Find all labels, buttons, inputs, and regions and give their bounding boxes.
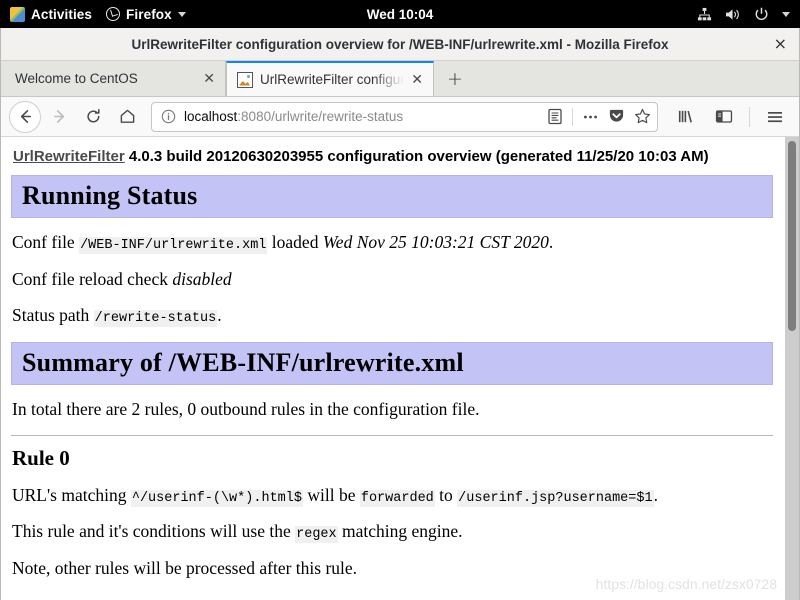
conf-file-loaded-time: Wed Nov 25 10:03:21 CST 2020 [322, 232, 549, 252]
reload-button[interactable] [77, 101, 109, 133]
activities-button[interactable]: Activities [10, 6, 93, 22]
toolbar-divider [572, 107, 573, 126]
hamburger-menu-icon [768, 111, 782, 122]
conf-file-prefix: Conf file [12, 232, 80, 252]
firefox-icon [106, 7, 121, 21]
rule-0-engine-prefix: This rule and it's conditions will use t… [12, 521, 296, 542]
pocket-icon[interactable] [608, 108, 625, 125]
tab-welcome-to-centos[interactable]: Welcome to CentOS ✕ [1, 61, 226, 96]
rule-0-engine-suffix: matching engine. [337, 521, 463, 542]
app-menu-button[interactable] [759, 101, 791, 133]
page-viewport: UrlRewriteFilter 4.0.3 build 20120630203… [1, 137, 799, 600]
tab-urlrewritefilter-config[interactable]: UrlRewriteFilter configuration overview … [226, 61, 434, 96]
reload-check-value: disabled [172, 268, 232, 289]
reload-check-prefix: Conf file reload check [12, 268, 173, 289]
urlrewritefilter-link[interactable]: UrlRewriteFilter [13, 148, 125, 165]
toolbar-divider [749, 106, 750, 127]
status-path-line: Status path /rewrite-status. [12, 305, 773, 328]
summary-heading: Summary of /WEB-INF/urlrewrite.xml [11, 341, 773, 385]
conf-file-suffix: . [548, 232, 554, 252]
network-icon[interactable] [697, 7, 712, 22]
centos-logo-icon [10, 6, 25, 22]
tab-strip: Welcome to CentOS ✕ UrlRewriteFilter con… [1, 61, 799, 97]
activities-label: Activities [31, 6, 93, 22]
rule-0-match-line: URL's matching ^/userinf-(\w*).html$ wil… [12, 485, 773, 508]
rule-divider [11, 434, 773, 436]
page-favicon-icon [237, 71, 253, 88]
page-content: UrlRewriteFilter 4.0.3 build 20120630203… [1, 137, 785, 600]
bookmark-star-icon[interactable] [634, 108, 651, 125]
gnome-top-bar: Activities Firefox Wed 10:04 [0, 0, 800, 28]
library-button[interactable] [670, 101, 702, 133]
url-path: :8080/urlwrite/rewrite-status [237, 109, 404, 124]
power-icon[interactable] [754, 7, 769, 22]
firefox-app-label: Firefox [126, 6, 172, 22]
home-button[interactable] [111, 101, 143, 133]
system-tray [697, 7, 790, 22]
gnome-left-group: Activities Firefox [10, 6, 186, 22]
home-icon [120, 109, 134, 123]
reload-check-line: Conf file reload check disabled [12, 269, 773, 291]
rule-0-target: /userinf.jsp?username=$1 [457, 489, 654, 507]
window-titlebar: UrlRewriteFilter configuration overview … [1, 28, 799, 61]
tab-title: Welcome to CentOS [15, 71, 138, 86]
forward-button[interactable] [43, 101, 75, 133]
sidebar-icon [715, 110, 733, 123]
rule-0-match-prefix: URL's matching [12, 484, 131, 505]
window-title: UrlRewriteFilter configuration overview … [131, 36, 669, 52]
url-input[interactable]: localhost:8080/urlwrite/rewrite-status [184, 109, 539, 124]
reader-view-icon[interactable] [547, 108, 563, 125]
summary-total-line: In total there are 2 rules, 0 outbound r… [12, 398, 480, 419]
new-tab-button[interactable]: + [434, 61, 476, 96]
volume-icon[interactable] [725, 7, 741, 22]
conf-file-line: Conf file /WEB-INF/urlrewrite.xml loaded… [12, 232, 773, 255]
status-path-prefix: Status path [12, 304, 94, 325]
back-button[interactable] [9, 100, 41, 133]
page-scrollbar[interactable] [785, 137, 799, 600]
chevron-down-icon [177, 11, 186, 17]
system-menu-chevron-down-icon[interactable] [782, 11, 790, 17]
rule-0-heading: Rule 0 [12, 445, 70, 470]
address-bar-actions [547, 107, 651, 126]
tab-title: UrlRewriteFilter configuration overview … [260, 72, 405, 87]
arrow-right-icon [53, 110, 64, 123]
firefox-window: UrlRewriteFilter configuration overview … [0, 28, 800, 600]
rule-0-pattern: ^/userinf-(\w*).html$ [130, 489, 303, 507]
rule-0-engine: regex [295, 526, 338, 544]
toolbar-right-actions [670, 101, 791, 133]
firefox-app-menu[interactable]: Firefox [106, 7, 186, 22]
page-title: UrlRewriteFilter 4.0.3 build 20120630203… [13, 148, 773, 165]
reload-icon [86, 108, 100, 123]
page-actions-icon[interactable] [582, 109, 599, 125]
conf-file-path: /WEB-INF/urlrewrite.xml [79, 237, 268, 254]
tab-close-icon[interactable]: ✕ [411, 73, 423, 87]
info-icon[interactable] [161, 109, 176, 124]
status-path-value: /rewrite-status [93, 309, 218, 327]
rule-0-note-line: Note, other rules will be processed afte… [12, 558, 358, 579]
tab-close-icon[interactable]: ✕ [203, 72, 215, 86]
conf-file-mid: loaded [267, 232, 323, 252]
scrollbar-thumb[interactable] [788, 141, 796, 331]
running-status-heading: Running Status [11, 175, 773, 218]
library-icon [678, 110, 692, 123]
rule-0-action: forwarded [359, 489, 435, 507]
window-close-button[interactable]: × [774, 36, 787, 52]
rule-0-period: . [653, 484, 658, 505]
rule-0-to: to [434, 484, 458, 505]
page-title-rest: 4.0.3 build 20120630203955 configuration… [124, 148, 709, 165]
sidebar-button[interactable] [708, 101, 740, 133]
url-host: localhost [184, 109, 238, 124]
arrow-left-icon [20, 110, 31, 123]
rule-0-engine-line: This rule and it's conditions will use t… [12, 521, 773, 544]
rule-0-willbe: will be [302, 484, 360, 505]
address-bar[interactable]: localhost:8080/urlwrite/rewrite-status [151, 101, 658, 132]
status-path-suffix: . [217, 304, 222, 325]
navigation-toolbar: localhost:8080/urlwrite/rewrite-status [1, 97, 799, 137]
